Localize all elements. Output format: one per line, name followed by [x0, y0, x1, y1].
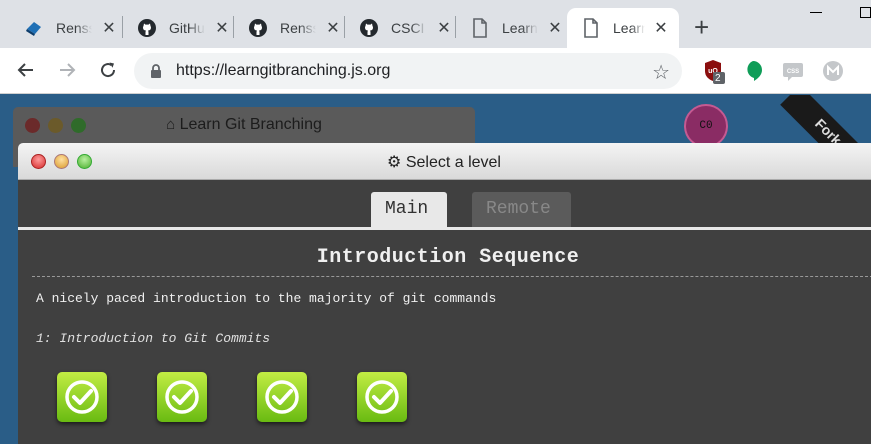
close-icon[interactable]: ✕	[324, 18, 342, 38]
maximize-window-button[interactable]	[860, 7, 871, 18]
modal-title: ⚙ Select a level	[387, 154, 501, 171]
address-bar[interactable]: https://learngitbranching.js.org ☆	[134, 53, 682, 89]
divider	[32, 276, 871, 277]
tab-title: CSCI	[391, 20, 425, 36]
rpi-logo-icon	[24, 18, 44, 38]
tab-title: Rensselaer	[56, 20, 92, 36]
close-icon[interactable]: ✕	[213, 18, 231, 38]
level-tabs: Main Remote	[18, 180, 871, 230]
arrow-left-icon	[17, 63, 33, 77]
url-text: https://learngitbranching.js.org	[176, 62, 391, 79]
browser-toolbar: https://learngitbranching.js.org ☆ uO 2 …	[0, 48, 871, 94]
commit-node[interactable]: C0	[684, 104, 728, 148]
sequence-description: A nicely paced introduction to the major…	[36, 291, 497, 306]
tab-title: Rensselaer	[280, 20, 316, 36]
level-button-4[interactable]	[357, 372, 407, 422]
bookmark-star-icon[interactable]: ☆	[652, 60, 670, 85]
checkmark-icon	[365, 380, 399, 414]
sequence-title: Introduction Sequence	[316, 246, 580, 269]
level-button-2[interactable]	[157, 372, 207, 422]
checkmark-icon	[165, 380, 199, 414]
level-button-1[interactable]	[57, 372, 107, 422]
background-window-title: ⌂ Learn Git Branching	[166, 116, 322, 133]
browser-tab-5[interactable]: Learn ✕	[456, 8, 574, 48]
close-icon[interactable]: ✕	[546, 18, 564, 38]
new-tab-button[interactable]: +	[694, 14, 709, 40]
gear-icon: ⚙	[387, 154, 402, 171]
tab-title: Learn	[502, 20, 538, 36]
github-icon	[137, 18, 157, 38]
level-select-modal: ⚙ Select a level Main Remote Introductio…	[18, 143, 871, 444]
browser-tab-2[interactable]: GitHub ✕	[123, 8, 241, 48]
tab-strip: Rensselaer ✕ GitHub ✕ Rensselaer ✕ CSCI …	[0, 0, 871, 48]
browser-tab-1[interactable]: Rensselaer ✕	[10, 8, 128, 48]
minimize-window-button[interactable]	[810, 12, 822, 13]
extension-badge: 2	[715, 73, 721, 84]
browser-tab-active[interactable]: Learn ✕	[567, 8, 679, 48]
tab-title: Learn	[613, 20, 645, 36]
arrow-right-icon	[60, 63, 76, 77]
svg-text:CSS: CSS	[787, 69, 799, 75]
reload-button[interactable]	[96, 58, 120, 82]
close-icon[interactable]: ✕	[653, 18, 669, 38]
browser-tab-3[interactable]: Rensselaer ✕	[234, 8, 352, 48]
forward-button[interactable]	[55, 58, 79, 82]
level-name: 1: Introduction to Git Commits	[36, 331, 271, 346]
mega-extension-icon[interactable]	[822, 60, 844, 82]
css-extension-icon[interactable]: CSS	[782, 60, 804, 82]
tab-remote[interactable]: Remote	[472, 192, 571, 227]
tab-main[interactable]: Main	[371, 192, 447, 227]
github-icon	[359, 18, 379, 38]
home-icon: ⌂	[166, 116, 176, 133]
checkmark-icon	[65, 380, 99, 414]
reload-icon	[101, 62, 116, 78]
ublock-extension-icon[interactable]: uO 2	[703, 60, 725, 84]
hangouts-extension-icon[interactable]	[742, 60, 764, 82]
back-button[interactable]	[14, 58, 38, 82]
close-icon[interactable]: ✕	[435, 18, 453, 38]
page-icon	[581, 18, 601, 38]
level-button-3[interactable]	[257, 372, 307, 422]
browser-tab-4[interactable]: CSCI ✕	[345, 8, 463, 48]
lock-icon	[150, 64, 162, 83]
tab-title: GitHub	[169, 20, 205, 36]
checkmark-icon	[265, 380, 299, 414]
modal-header: ⚙ Select a level	[18, 143, 871, 180]
page-viewport: ⌂ Learn Git Branching C0 Fork ⚙ Select a…	[0, 95, 871, 444]
page-icon	[470, 18, 490, 38]
github-icon	[248, 18, 268, 38]
close-icon[interactable]: ✕	[100, 18, 118, 38]
